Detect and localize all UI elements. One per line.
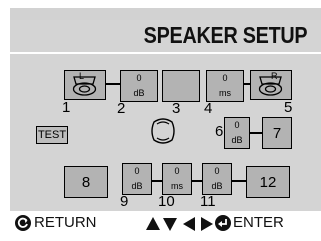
header-band — [10, 8, 321, 20]
speaker-icon — [72, 76, 97, 96]
level-value: 0 — [214, 166, 220, 176]
mid-right-level-box[interactable]: 0 dB — [224, 117, 250, 149]
front-right-delay-box[interactable]: 0 ms — [206, 70, 244, 102]
delay-value: 0 — [174, 166, 180, 176]
front-right-speaker[interactable]: R — [250, 70, 292, 100]
speaker-channel-label: L — [79, 71, 85, 81]
connector-line — [250, 132, 262, 134]
delay-unit: ms — [219, 88, 231, 98]
speaker-number: 12 — [259, 173, 277, 191]
connector-line — [152, 180, 162, 182]
callout-number: 5 — [284, 99, 293, 116]
enter-label[interactable]: ENTER — [233, 214, 284, 231]
title-divider — [10, 52, 321, 54]
level-unit: dB — [211, 181, 223, 191]
delay-unit: ms — [171, 181, 183, 191]
listener-seat-icon — [151, 118, 175, 144]
speaker-setup-screen: SPEAKER SETUP L 0 dB 0 ms R 1 2 3 4 5 TE… — [0, 0, 321, 241]
front-left-speaker[interactable]: L — [64, 70, 106, 100]
enter-icon[interactable] — [214, 214, 232, 232]
level-unit: dB — [133, 88, 145, 98]
callout-number: 9 — [120, 193, 129, 210]
level-value: 0 — [136, 73, 142, 83]
callout-number: 6 — [215, 123, 224, 140]
front-left-level-box[interactable]: 0 dB — [120, 70, 158, 102]
connector-line — [232, 180, 246, 182]
mid-right-speaker-box[interactable]: 7 — [262, 117, 292, 149]
callout-number: 4 — [204, 100, 213, 117]
up-down-arrows-icon[interactable] — [145, 215, 179, 233]
level-unit: dB — [131, 181, 143, 191]
center-speaker-box[interactable] — [162, 70, 200, 102]
level-value: 0 — [134, 166, 140, 176]
return-icon[interactable] — [14, 214, 32, 232]
callout-number: 11 — [200, 193, 216, 210]
rear-delay-box[interactable]: 0 ms — [162, 163, 192, 195]
callout-number: 1 — [62, 99, 71, 116]
test-button[interactable]: TEST — [36, 126, 68, 144]
rear-level-box-1[interactable]: 0 dB — [122, 163, 152, 195]
page-title: SPEAKER SETUP — [143, 22, 307, 48]
rear-left-speaker-box[interactable]: 8 — [64, 166, 108, 198]
rear-level-box-2[interactable]: 0 dB — [202, 163, 232, 195]
speaker-number: 8 — [81, 173, 91, 191]
connector-line — [192, 180, 202, 182]
callout-number: 10 — [158, 193, 175, 210]
delay-value: 0 — [222, 73, 228, 83]
speaker-channel-label: R — [271, 71, 278, 81]
connector-line — [106, 83, 120, 85]
level-value: 0 — [234, 120, 240, 130]
callout-number: 2 — [117, 100, 126, 117]
rear-right-speaker-box[interactable]: 12 — [246, 166, 290, 198]
left-right-arrows-icon[interactable] — [181, 215, 215, 233]
level-unit: dB — [231, 135, 243, 145]
speaker-number: 7 — [272, 124, 282, 142]
return-label[interactable]: RETURN — [34, 214, 97, 231]
